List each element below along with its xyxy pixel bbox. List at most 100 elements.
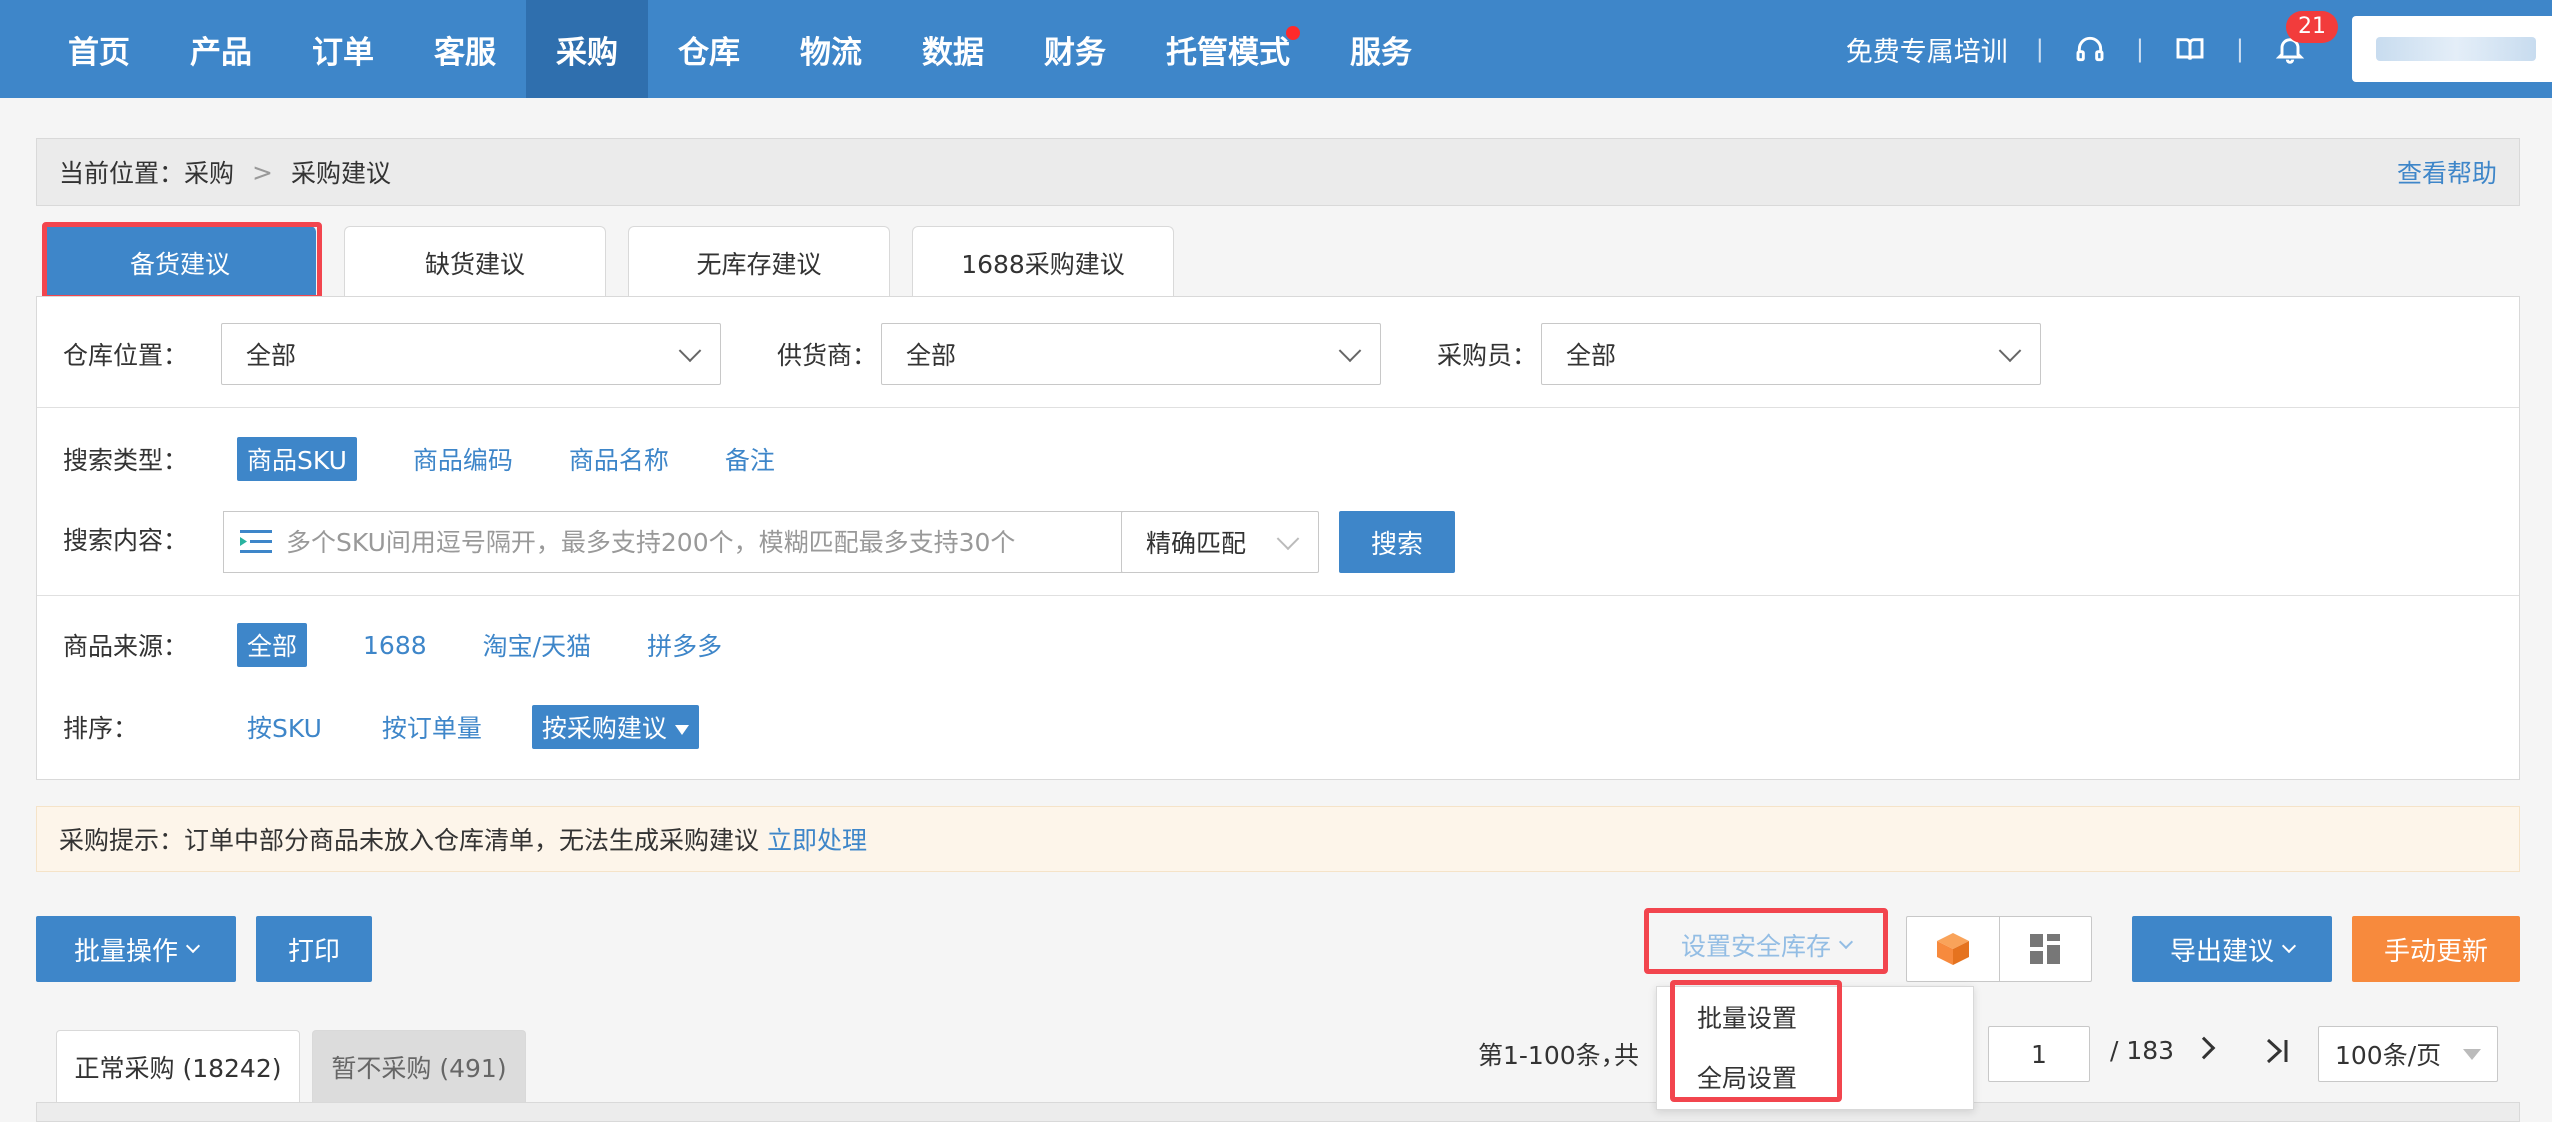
print-button[interactable]: 打印 xyxy=(256,916,372,982)
list-icon xyxy=(240,528,272,556)
sort-by-order-count[interactable]: 按订单量 xyxy=(382,709,482,745)
source-label: 商品来源： xyxy=(63,632,189,661)
search-input[interactable] xyxy=(286,513,1106,571)
breadcrumb: 当前位置： 采购 > 采购建议 查看帮助 xyxy=(36,138,2520,206)
sort-row: 排序： 按SKU 按订单量 按采购建议 xyxy=(37,705,2519,749)
free-training-link[interactable]: 免费专属培训 xyxy=(1846,30,2008,69)
divider xyxy=(37,595,2519,596)
nav-label: 数据 xyxy=(922,34,984,71)
divider xyxy=(37,407,2519,408)
nav-label: 仓库 xyxy=(678,34,740,71)
search-type-sku[interactable]: 商品SKU xyxy=(237,437,357,481)
nav-label: 采购 xyxy=(556,34,618,71)
next-page-icon[interactable] xyxy=(2192,1036,2216,1060)
source-taobao-tmall[interactable]: 淘宝/天猫 xyxy=(483,627,591,663)
pager-total-prefix: 共 xyxy=(1614,1041,1640,1070)
sort-by-suggestion[interactable]: 按采购建议 xyxy=(531,705,699,749)
nav-item-customer-service[interactable]: 客服 xyxy=(404,0,526,98)
export-suggestion-button[interactable]: 导出建议 xyxy=(2132,916,2332,982)
warehouse-label: 仓库位置： xyxy=(63,341,189,370)
last-page-icon[interactable] xyxy=(2262,1036,2292,1066)
sort-by-sku[interactable]: 按SKU xyxy=(247,709,322,745)
nav-item-services[interactable]: 服务 xyxy=(1320,0,1442,98)
help-link[interactable]: 查看帮助 xyxy=(2397,154,2497,190)
chevron-down-icon xyxy=(1338,339,1362,363)
source-all[interactable]: 全部 xyxy=(237,623,308,667)
tab-shortage-suggestion[interactable]: 缺货建议 xyxy=(344,226,606,298)
tab-label: 缺货建议 xyxy=(424,249,525,279)
grid-view-button[interactable] xyxy=(1998,917,2092,981)
batch-setting-item[interactable]: 批量设置 xyxy=(1657,987,1973,1047)
buyer-select[interactable]: 全部 xyxy=(1541,323,2041,385)
search-type-name[interactable]: 商品名称 xyxy=(569,441,669,477)
suggestion-tabs: 备货建议 缺货建议 无库存建议 1688采购建议 xyxy=(44,226,1196,298)
warehouse-select[interactable]: 全部 xyxy=(221,323,721,385)
list-table-header xyxy=(36,1102,2520,1122)
source-pinduoduo[interactable]: 拼多多 xyxy=(647,627,722,663)
chevron-down-icon xyxy=(1276,527,1300,551)
tab-1688-suggestion[interactable]: 1688采购建议 xyxy=(912,226,1174,298)
package-view-button[interactable] xyxy=(1907,917,1999,981)
match-mode-select[interactable]: 精确匹配 xyxy=(1121,511,1319,573)
tab-normal-purchase[interactable]: 正常采购 (18242) xyxy=(56,1030,300,1102)
nav-item-purchase[interactable]: 采购 xyxy=(526,0,648,98)
nav-item-orders[interactable]: 订单 xyxy=(282,0,404,98)
button-label: 打印 xyxy=(287,936,340,967)
search-button[interactable]: 搜索 xyxy=(1339,511,1455,573)
supplier-select[interactable]: 全部 xyxy=(881,323,1381,385)
user-account[interactable] xyxy=(2352,16,2552,82)
page-number-value: 1 xyxy=(2031,1039,2047,1069)
nav-item-finance[interactable]: 财务 xyxy=(1014,0,1136,98)
search-field[interactable] xyxy=(223,511,1123,573)
manual-update-button[interactable]: 手动更新 xyxy=(2352,916,2520,982)
batch-operation-button[interactable]: 批量操作 xyxy=(36,916,236,982)
select-value: 100条/页 xyxy=(2335,1041,2442,1070)
nav-label: 财务 xyxy=(1044,34,1106,71)
nav-label: 客服 xyxy=(434,34,496,71)
top-navigation: 首页 产品 订单 客服 采购 仓库 物流 数据 财务 托管模式 服务 免费专属培… xyxy=(0,0,2552,98)
nav-item-data[interactable]: 数据 xyxy=(892,0,1014,98)
button-label: 搜索 xyxy=(1370,529,1423,560)
safety-stock-dropdown[interactable]: 设置安全库存 xyxy=(1648,914,1884,976)
tab-no-stock-suggestion[interactable]: 无库存建议 xyxy=(628,226,890,298)
breadcrumb-current: 采购建议 xyxy=(290,159,391,188)
global-setting-item[interactable]: 全局设置 xyxy=(1657,1047,1973,1107)
nav-item-products[interactable]: 产品 xyxy=(160,0,282,98)
button-label: 手动更新 xyxy=(2383,936,2488,967)
handle-now-link[interactable]: 立即处理 xyxy=(767,821,867,857)
nav-item-warehouse[interactable]: 仓库 xyxy=(648,0,770,98)
tab-stock-suggestion[interactable]: 备货建议 xyxy=(44,226,316,298)
search-type-code[interactable]: 商品编码 xyxy=(413,441,513,477)
nav-label: 物流 xyxy=(800,34,862,71)
nav-item-home[interactable]: 首页 xyxy=(38,0,160,98)
box-icon xyxy=(1936,933,1969,965)
chevron-down-icon xyxy=(1838,934,1854,950)
triangle-down-icon xyxy=(2463,1049,2481,1060)
filter-panel: 仓库位置： 全部 供货商： 全部 采购员： 全部 搜索类型： 商品SKU 商品编… xyxy=(36,296,2520,780)
tab-label: 正常采购 (18242) xyxy=(74,1053,282,1083)
triangle-down-icon xyxy=(674,725,689,735)
pager-range: 第1-100条， xyxy=(1478,1041,1626,1070)
nav-item-logistics[interactable]: 物流 xyxy=(770,0,892,98)
book-icon[interactable] xyxy=(2172,31,2208,67)
view-toggle-group xyxy=(1906,916,2092,982)
search-type-remark[interactable]: 备注 xyxy=(725,441,775,477)
select-value: 全部 xyxy=(246,341,297,370)
pager-total-pages: / 183 xyxy=(2110,1036,2175,1065)
bell-icon[interactable]: 21 xyxy=(2272,11,2338,67)
nav-separator: | xyxy=(2035,35,2044,63)
breadcrumb-purchase[interactable]: 采购 xyxy=(184,154,234,190)
purchase-notice: 采购提示：订单中部分商品未放入仓库清单，无法生成采购建议 立即处理 xyxy=(36,806,2520,872)
tab-label: 1688采购建议 xyxy=(961,249,1125,279)
menu-label: 批量设置 xyxy=(1697,1004,1798,1033)
source-1688[interactable]: 1688 xyxy=(363,631,427,660)
tab-paused-purchase[interactable]: 暂不采购 (491) xyxy=(312,1030,526,1102)
sort-label-text: 按采购建议 xyxy=(541,714,667,743)
chevron-down-icon xyxy=(185,938,201,954)
headset-icon[interactable] xyxy=(2072,31,2108,67)
buyer-label: 采购员： xyxy=(1437,341,1538,370)
notice-text: 采购提示：订单中部分商品未放入仓库清单，无法生成采购建议 xyxy=(59,826,760,855)
page-size-select[interactable]: 100条/页 xyxy=(2318,1026,2498,1082)
page-number-input[interactable]: 1 xyxy=(1988,1026,2090,1082)
nav-item-hosting-mode[interactable]: 托管模式 xyxy=(1136,0,1320,98)
